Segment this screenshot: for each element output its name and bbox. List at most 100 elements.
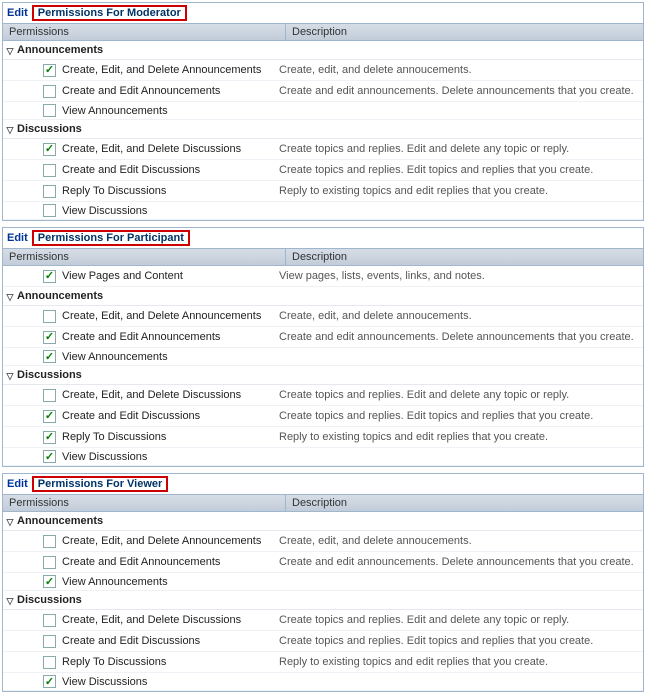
permission-label: View Pages and Content (62, 270, 183, 282)
block-title-row: Edit Permissions For Participant (3, 228, 643, 248)
section-name: Announcements (17, 515, 103, 527)
column-headers: PermissionsDescription (3, 248, 643, 266)
section-header: ▽Announcements (3, 41, 643, 60)
permission-row: Create, Edit, and Delete AnnouncementsCr… (3, 60, 643, 81)
permission-checkbox[interactable] (43, 450, 56, 463)
permission-description: Create topics and replies. Edit and dele… (273, 387, 643, 403)
permission-cell: View Pages and Content (3, 270, 273, 283)
permission-cell: Create and Edit Announcements (3, 331, 273, 344)
edit-link[interactable]: Edit (7, 232, 28, 244)
permission-description: Create topics and replies. Edit and dele… (273, 612, 643, 628)
block-title-row: Edit Permissions For Moderator (3, 3, 643, 23)
permission-checkbox[interactable] (43, 104, 56, 117)
permission-description: Reply to existing topics and edit replie… (273, 654, 643, 670)
permission-cell: Create and Edit Discussions (3, 635, 273, 648)
permission-row: View Discussions (3, 202, 643, 220)
permission-row: View Announcements (3, 102, 643, 120)
permission-description: Reply to existing topics and edit replie… (273, 429, 643, 445)
disclosure-triangle-icon[interactable]: ▽ (5, 371, 15, 382)
permission-cell: Create, Edit, and Delete Announcements (3, 535, 273, 548)
permission-checkbox[interactable] (43, 310, 56, 323)
permission-label: View Discussions (62, 451, 147, 463)
permission-checkbox[interactable] (43, 575, 56, 588)
permission-checkbox[interactable] (43, 85, 56, 98)
permission-checkbox[interactable] (43, 270, 56, 283)
permission-row: View Discussions (3, 673, 643, 691)
permission-description (273, 580, 643, 584)
permission-checkbox[interactable] (43, 185, 56, 198)
permission-row: Create, Edit, and Delete DiscussionsCrea… (3, 610, 643, 631)
permission-cell: Create, Edit, and Delete Discussions (3, 143, 273, 156)
permission-row: Create, Edit, and Delete AnnouncementsCr… (3, 531, 643, 552)
permission-label: Create, Edit, and Delete Discussions (62, 389, 241, 401)
permission-cell: View Announcements (3, 575, 273, 588)
block-title: Permissions For Participant (32, 230, 190, 246)
permission-description: Create topics and replies. Edit topics a… (273, 162, 643, 178)
permission-row: Reply To DiscussionsReply to existing to… (3, 181, 643, 202)
permission-checkbox[interactable] (43, 204, 56, 217)
permission-label: View Announcements (62, 576, 168, 588)
disclosure-triangle-icon[interactable]: ▽ (5, 292, 15, 303)
permission-label: Create, Edit, and Delete Announcements (62, 64, 261, 76)
disclosure-triangle-icon[interactable]: ▽ (5, 46, 15, 57)
disclosure-triangle-icon[interactable]: ▽ (5, 596, 15, 607)
permission-label: View Announcements (62, 105, 168, 117)
permission-checkbox[interactable] (43, 389, 56, 402)
block-title: Permissions For Moderator (32, 5, 187, 21)
permission-row: Create and Edit DiscussionsCreate topics… (3, 631, 643, 652)
permission-checkbox[interactable] (43, 656, 56, 669)
permission-checkbox[interactable] (43, 635, 56, 648)
permission-cell: Create, Edit, and Delete Discussions (3, 614, 273, 627)
permission-checkbox[interactable] (43, 614, 56, 627)
permission-cell: Reply To Discussions (3, 431, 273, 444)
block-title-row: Edit Permissions For Viewer (3, 474, 643, 494)
permission-label: Create, Edit, and Delete Announcements (62, 310, 261, 322)
permission-description: Create, edit, and delete annoucements. (273, 533, 643, 549)
section-name: Discussions (17, 369, 82, 381)
section-name: Announcements (17, 290, 103, 302)
section-header: ▽Announcements (3, 512, 643, 531)
section-header: ▽Discussions (3, 591, 643, 610)
permission-row: Create and Edit AnnouncementsCreate and … (3, 552, 643, 573)
permission-cell: Create and Edit Discussions (3, 164, 273, 177)
disclosure-triangle-icon[interactable]: ▽ (5, 125, 15, 136)
permission-checkbox[interactable] (43, 675, 56, 688)
permission-label: Create and Edit Announcements (62, 331, 220, 343)
permission-description: Create and edit announcements. Delete an… (273, 329, 643, 345)
permission-checkbox[interactable] (43, 431, 56, 444)
permission-label: Reply To Discussions (62, 431, 166, 443)
permission-checkbox[interactable] (43, 410, 56, 423)
permission-checkbox[interactable] (43, 350, 56, 363)
permission-description (273, 209, 643, 213)
edit-link[interactable]: Edit (7, 478, 28, 490)
permission-checkbox[interactable] (43, 143, 56, 156)
permission-cell: Create, Edit, and Delete Announcements (3, 310, 273, 323)
permission-label: Create, Edit, and Delete Discussions (62, 143, 241, 155)
permission-cell: Create and Edit Discussions (3, 410, 273, 423)
permission-checkbox[interactable] (43, 64, 56, 77)
permission-cell: View Announcements (3, 350, 273, 363)
permission-checkbox[interactable] (43, 535, 56, 548)
permission-row: Create and Edit DiscussionsCreate topics… (3, 406, 643, 427)
permission-checkbox[interactable] (43, 331, 56, 344)
permission-checkbox[interactable] (43, 556, 56, 569)
disclosure-triangle-icon[interactable]: ▽ (5, 517, 15, 528)
permission-row: Reply To DiscussionsReply to existing to… (3, 652, 643, 673)
section-name: Discussions (17, 594, 82, 606)
permission-description: Create and edit announcements. Delete an… (273, 554, 643, 570)
permission-label: Reply To Discussions (62, 185, 166, 197)
edit-link[interactable]: Edit (7, 7, 28, 19)
permission-cell: View Discussions (3, 675, 273, 688)
permissions-block: Edit Permissions For ModeratorPermissions… (2, 2, 644, 221)
section-name: Discussions (17, 123, 82, 135)
permission-checkbox[interactable] (43, 164, 56, 177)
section-header: ▽Discussions (3, 366, 643, 385)
section-header: ▽Announcements (3, 287, 643, 306)
permission-row: Create and Edit Announcements Create and … (3, 327, 643, 348)
column-headers: PermissionsDescription (3, 494, 643, 512)
block-title: Permissions For Viewer (32, 476, 169, 492)
permission-description: View pages, lists, events, links, and no… (273, 268, 643, 284)
permission-row: View Pages and Content View pages, lists,… (3, 266, 643, 287)
permission-label: View Announcements (62, 351, 168, 363)
permission-description (273, 680, 643, 684)
